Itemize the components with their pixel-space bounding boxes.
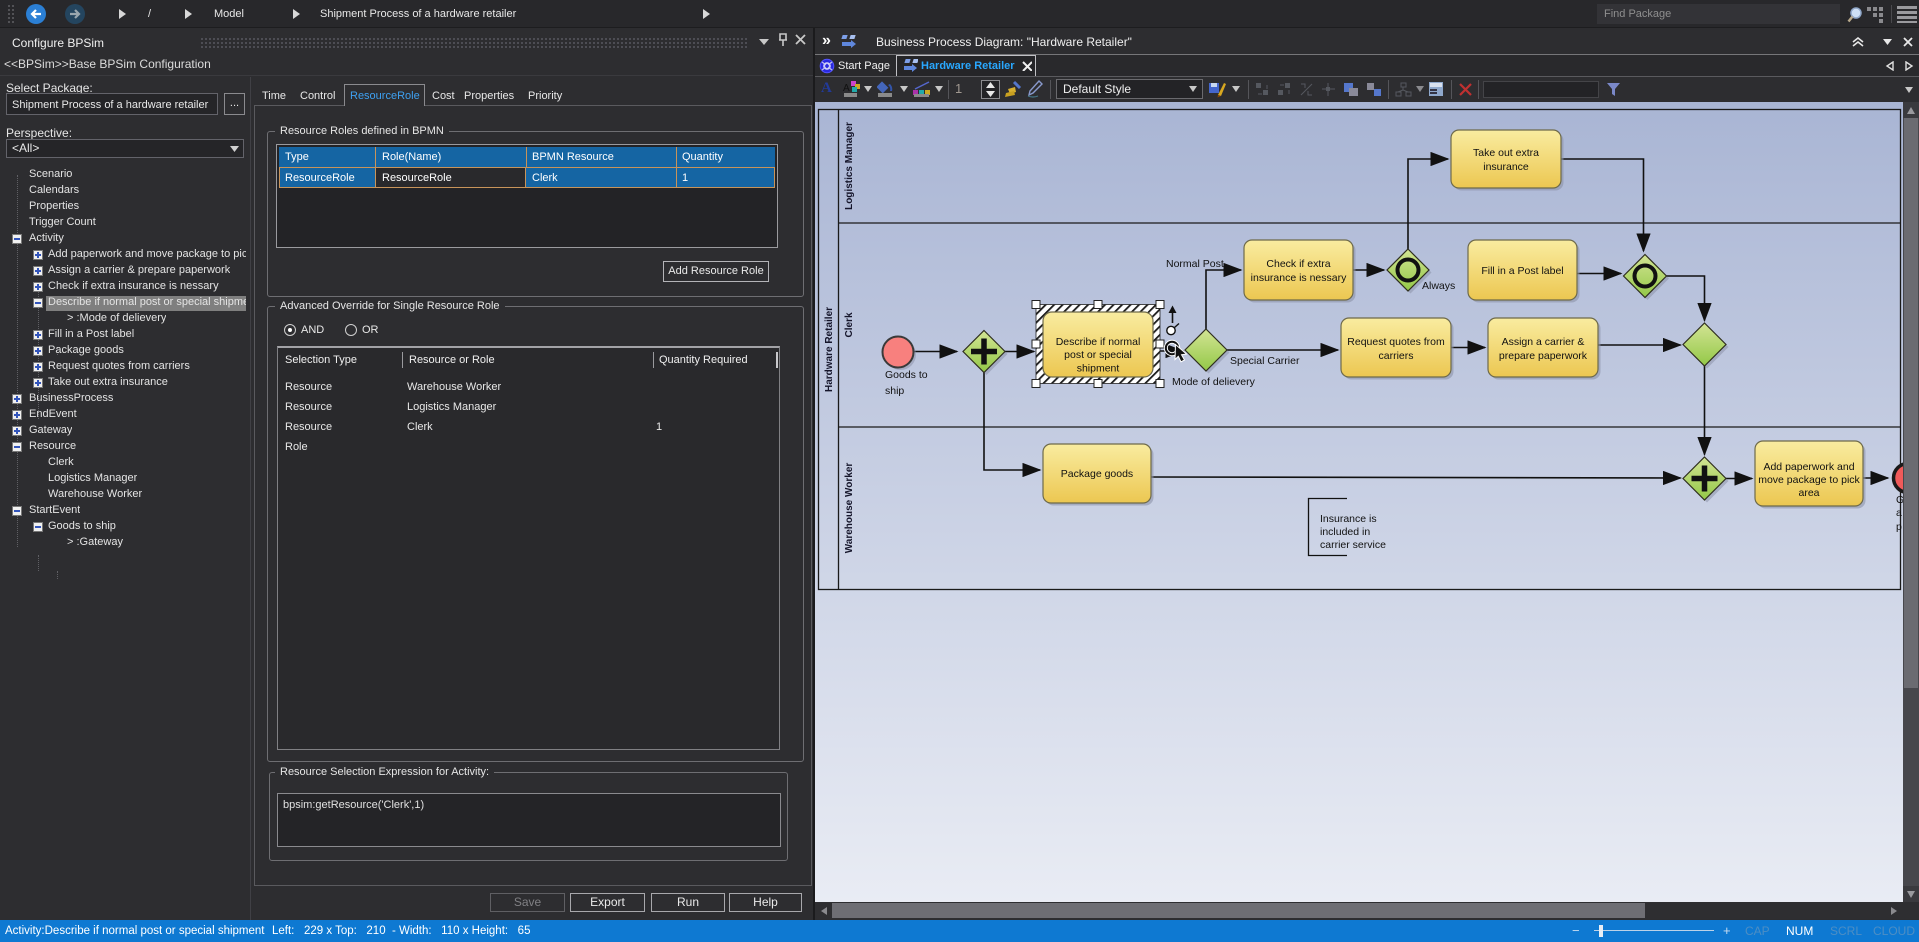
svg-text:Hardware Retailer: Hardware Retailer [824, 307, 835, 392]
svg-text:Fill in a Post label: Fill in a Post label [1481, 265, 1563, 277]
svg-text:Describe if normal: Describe if normal [1056, 336, 1141, 348]
svg-text:area: area [1798, 487, 1819, 499]
svg-text:shipment: shipment [1077, 363, 1120, 375]
svg-text:Goods to: Goods to [885, 369, 928, 381]
svg-text:a: a [1896, 507, 1902, 519]
svg-text:Assign a carrier &: Assign a carrier & [1502, 336, 1585, 348]
svg-text:ship: ship [885, 385, 904, 397]
svg-text:Special Carrier: Special Carrier [1230, 355, 1300, 367]
svg-text:Insurance is: Insurance is [1320, 513, 1377, 525]
svg-text:Check if extra: Check if extra [1266, 258, 1330, 270]
svg-text:post or special: post or special [1064, 349, 1132, 361]
svg-text:Add paperwork and: Add paperwork and [1763, 461, 1854, 473]
svg-text:Always: Always [1422, 280, 1455, 292]
svg-text:insurance: insurance [1483, 161, 1529, 173]
svg-text:Logistics Manager: Logistics Manager [844, 122, 855, 210]
svg-text:carrier service: carrier service [1320, 539, 1386, 551]
svg-text:Package goods: Package goods [1061, 468, 1133, 480]
svg-text:Mode of delievery: Mode of delievery [1172, 376, 1256, 388]
svg-text:Warehouse Worker: Warehouse Worker [844, 463, 855, 554]
svg-text:G: G [1896, 494, 1903, 506]
svg-text:Take out extra: Take out extra [1473, 147, 1539, 159]
svg-text:included in: included in [1320, 526, 1370, 538]
svg-text:Clerk: Clerk [844, 312, 855, 337]
svg-text:Request quotes from: Request quotes from [1347, 336, 1445, 348]
svg-text:carriers: carriers [1378, 350, 1413, 362]
svg-text:insurance is nessary: insurance is nessary [1251, 272, 1347, 284]
svg-text:Normal Post: Normal Post [1166, 258, 1224, 270]
svg-text:move package to pick: move package to pick [1758, 474, 1860, 486]
svg-text:prepare paperwork: prepare paperwork [1499, 350, 1588, 362]
svg-text:p: p [1896, 521, 1902, 533]
svg-text:A: A [843, 83, 850, 94]
